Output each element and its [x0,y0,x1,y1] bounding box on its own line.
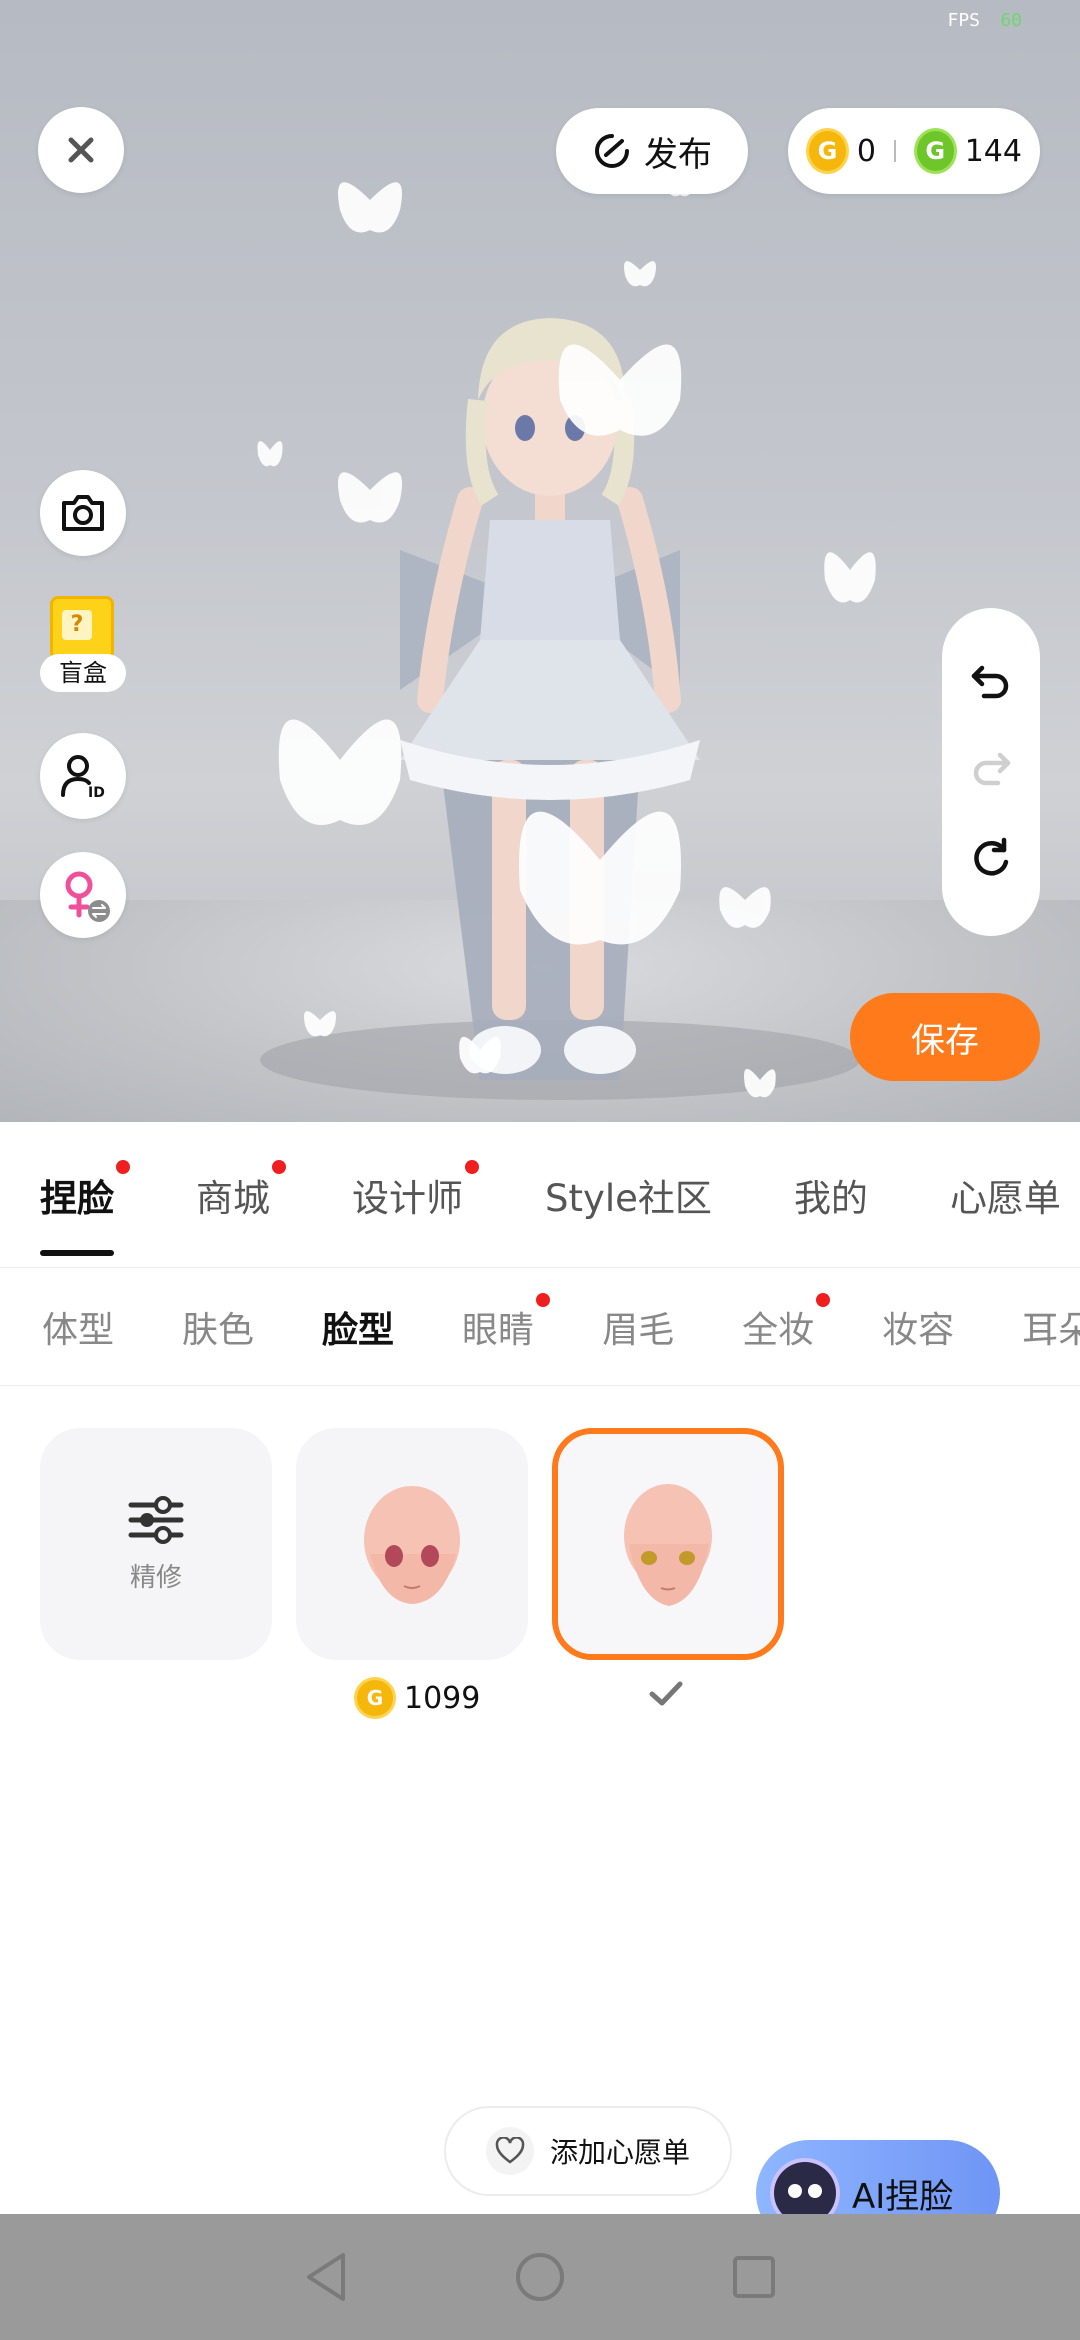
tab-label: 我的 [793,1176,868,1220]
svg-text:ID: ID [88,785,105,801]
tab-label: 商城 [196,1176,270,1220]
gold-coin-icon: G [806,128,849,174]
tab-mine[interactable]: 我的 [794,1168,868,1222]
blindbox-button[interactable]: ? 盲盒 [40,596,128,692]
subtab-eyes[interactable]: 眼睛 [462,1292,551,1353]
camera-icon [62,495,104,531]
back-icon[interactable] [303,2251,349,2303]
notification-dot [465,1159,479,1174]
female-gender-icon [65,871,110,922]
subtab-label: 体型 [42,1309,115,1351]
subtab-label: 全妆 [742,1309,815,1351]
refine-item[interactable]: 精修 [40,1428,272,1660]
face-price: G 1099 [354,1677,480,1719]
tab-label: 捏脸 [40,1176,114,1220]
user-id-icon: ID [61,755,105,801]
system-nav-bar [0,2214,1080,2340]
face-shape-option-1[interactable] [296,1428,528,1660]
subtab-body[interactable]: 体型 [42,1301,114,1353]
face-thumbnail [364,1486,460,1604]
green-coin-count: 144 [964,133,1022,169]
ai-face-label: AI捏脸 [852,2176,954,2217]
history-controls [942,608,1040,936]
close-icon [68,137,94,163]
home-icon[interactable] [514,2251,566,2303]
gold-coin-icon: G [354,1677,396,1719]
undo-icon[interactable] [968,662,1014,702]
tab-face-sculpt[interactable]: 捏脸 [40,1159,130,1256]
subtab-label: 耳朵 [1022,1309,1080,1351]
heart-icon [495,2137,525,2164]
subtab-label: 肤色 [182,1309,255,1351]
close-button[interactable] [38,107,124,193]
reset-icon[interactable] [968,836,1014,882]
tab-wishlist[interactable]: 心愿单 [950,1168,1061,1222]
add-to-wishlist-button[interactable]: 添加心愿单 [444,2106,732,2196]
publish-button[interactable]: 发布 [556,108,748,194]
avatar-id-button[interactable]: ID [40,733,126,819]
gender-switch-button[interactable] [40,852,126,938]
subtab-eyebrows[interactable]: 眉毛 [602,1301,674,1353]
gold-coin-count: 0 [856,133,876,169]
fps-label: FPS [947,10,980,31]
blindbox-label: 盲盒 [40,654,126,692]
selected-check-icon [649,1681,683,1706]
currency-divider [893,140,896,162]
currency-display[interactable]: G 0 G 144 [788,108,1040,194]
subtab-full-makeup[interactable]: 全妆 [742,1292,831,1353]
category-tabs: 体型 肤色 脸型 眼睛 眉毛 全妆 妆容 耳朵 [0,1268,1080,1386]
fps-value: 60 [1000,10,1022,31]
subtab-label: 妆容 [882,1309,955,1351]
subtab-makeup[interactable]: 妆容 [882,1301,954,1353]
notification-dot [272,1159,286,1174]
face-shape-option-2[interactable] [552,1428,784,1660]
tab-shop[interactable]: 商城 [196,1159,286,1222]
green-coin-icon: G [913,128,957,174]
save-button[interactable]: 保存 [850,993,1040,1081]
wishlist-label: 添加心愿单 [549,2136,690,2169]
publish-label: 发布 [644,134,712,175]
notification-dot [816,1292,831,1307]
main-tabs: 捏脸 商城 设计师 Style社区 我的 心愿单 [0,1122,1080,1268]
face-thumbnail [624,1484,712,1606]
tab-label: 设计师 [352,1176,463,1220]
blindbox-question-mark: ? [62,610,92,640]
subtab-skin[interactable]: 肤色 [182,1301,254,1353]
refine-label: 精修 [129,1562,182,1593]
tab-style-community[interactable]: Style社区 [545,1168,712,1222]
subtab-label: 脸型 [322,1309,395,1351]
publish-icon [595,134,629,168]
subtab-ears[interactable]: 耳朵 [1022,1301,1080,1353]
notification-dot [116,1159,130,1174]
face-price-value: 1099 [404,1680,481,1716]
sliders-icon [128,1495,184,1544]
notification-dot [536,1292,551,1307]
avatar-viewport[interactable]: FPS 60 发布 G 0 G 144 ? 盲盒 ID 保存 [0,0,1080,1122]
camera-button[interactable] [40,470,126,556]
subtab-label: 眼睛 [462,1309,535,1351]
tab-label: Style社区 [545,1176,712,1220]
subtab-label: 眉毛 [602,1309,675,1351]
recents-icon[interactable] [731,2254,777,2300]
tab-designer[interactable]: 设计师 [352,1159,479,1222]
redo-icon[interactable] [968,749,1014,789]
heart-icon-wrap [485,2127,534,2175]
subtab-face-shape[interactable]: 脸型 [322,1301,394,1353]
tab-label: 心愿单 [949,1176,1061,1220]
